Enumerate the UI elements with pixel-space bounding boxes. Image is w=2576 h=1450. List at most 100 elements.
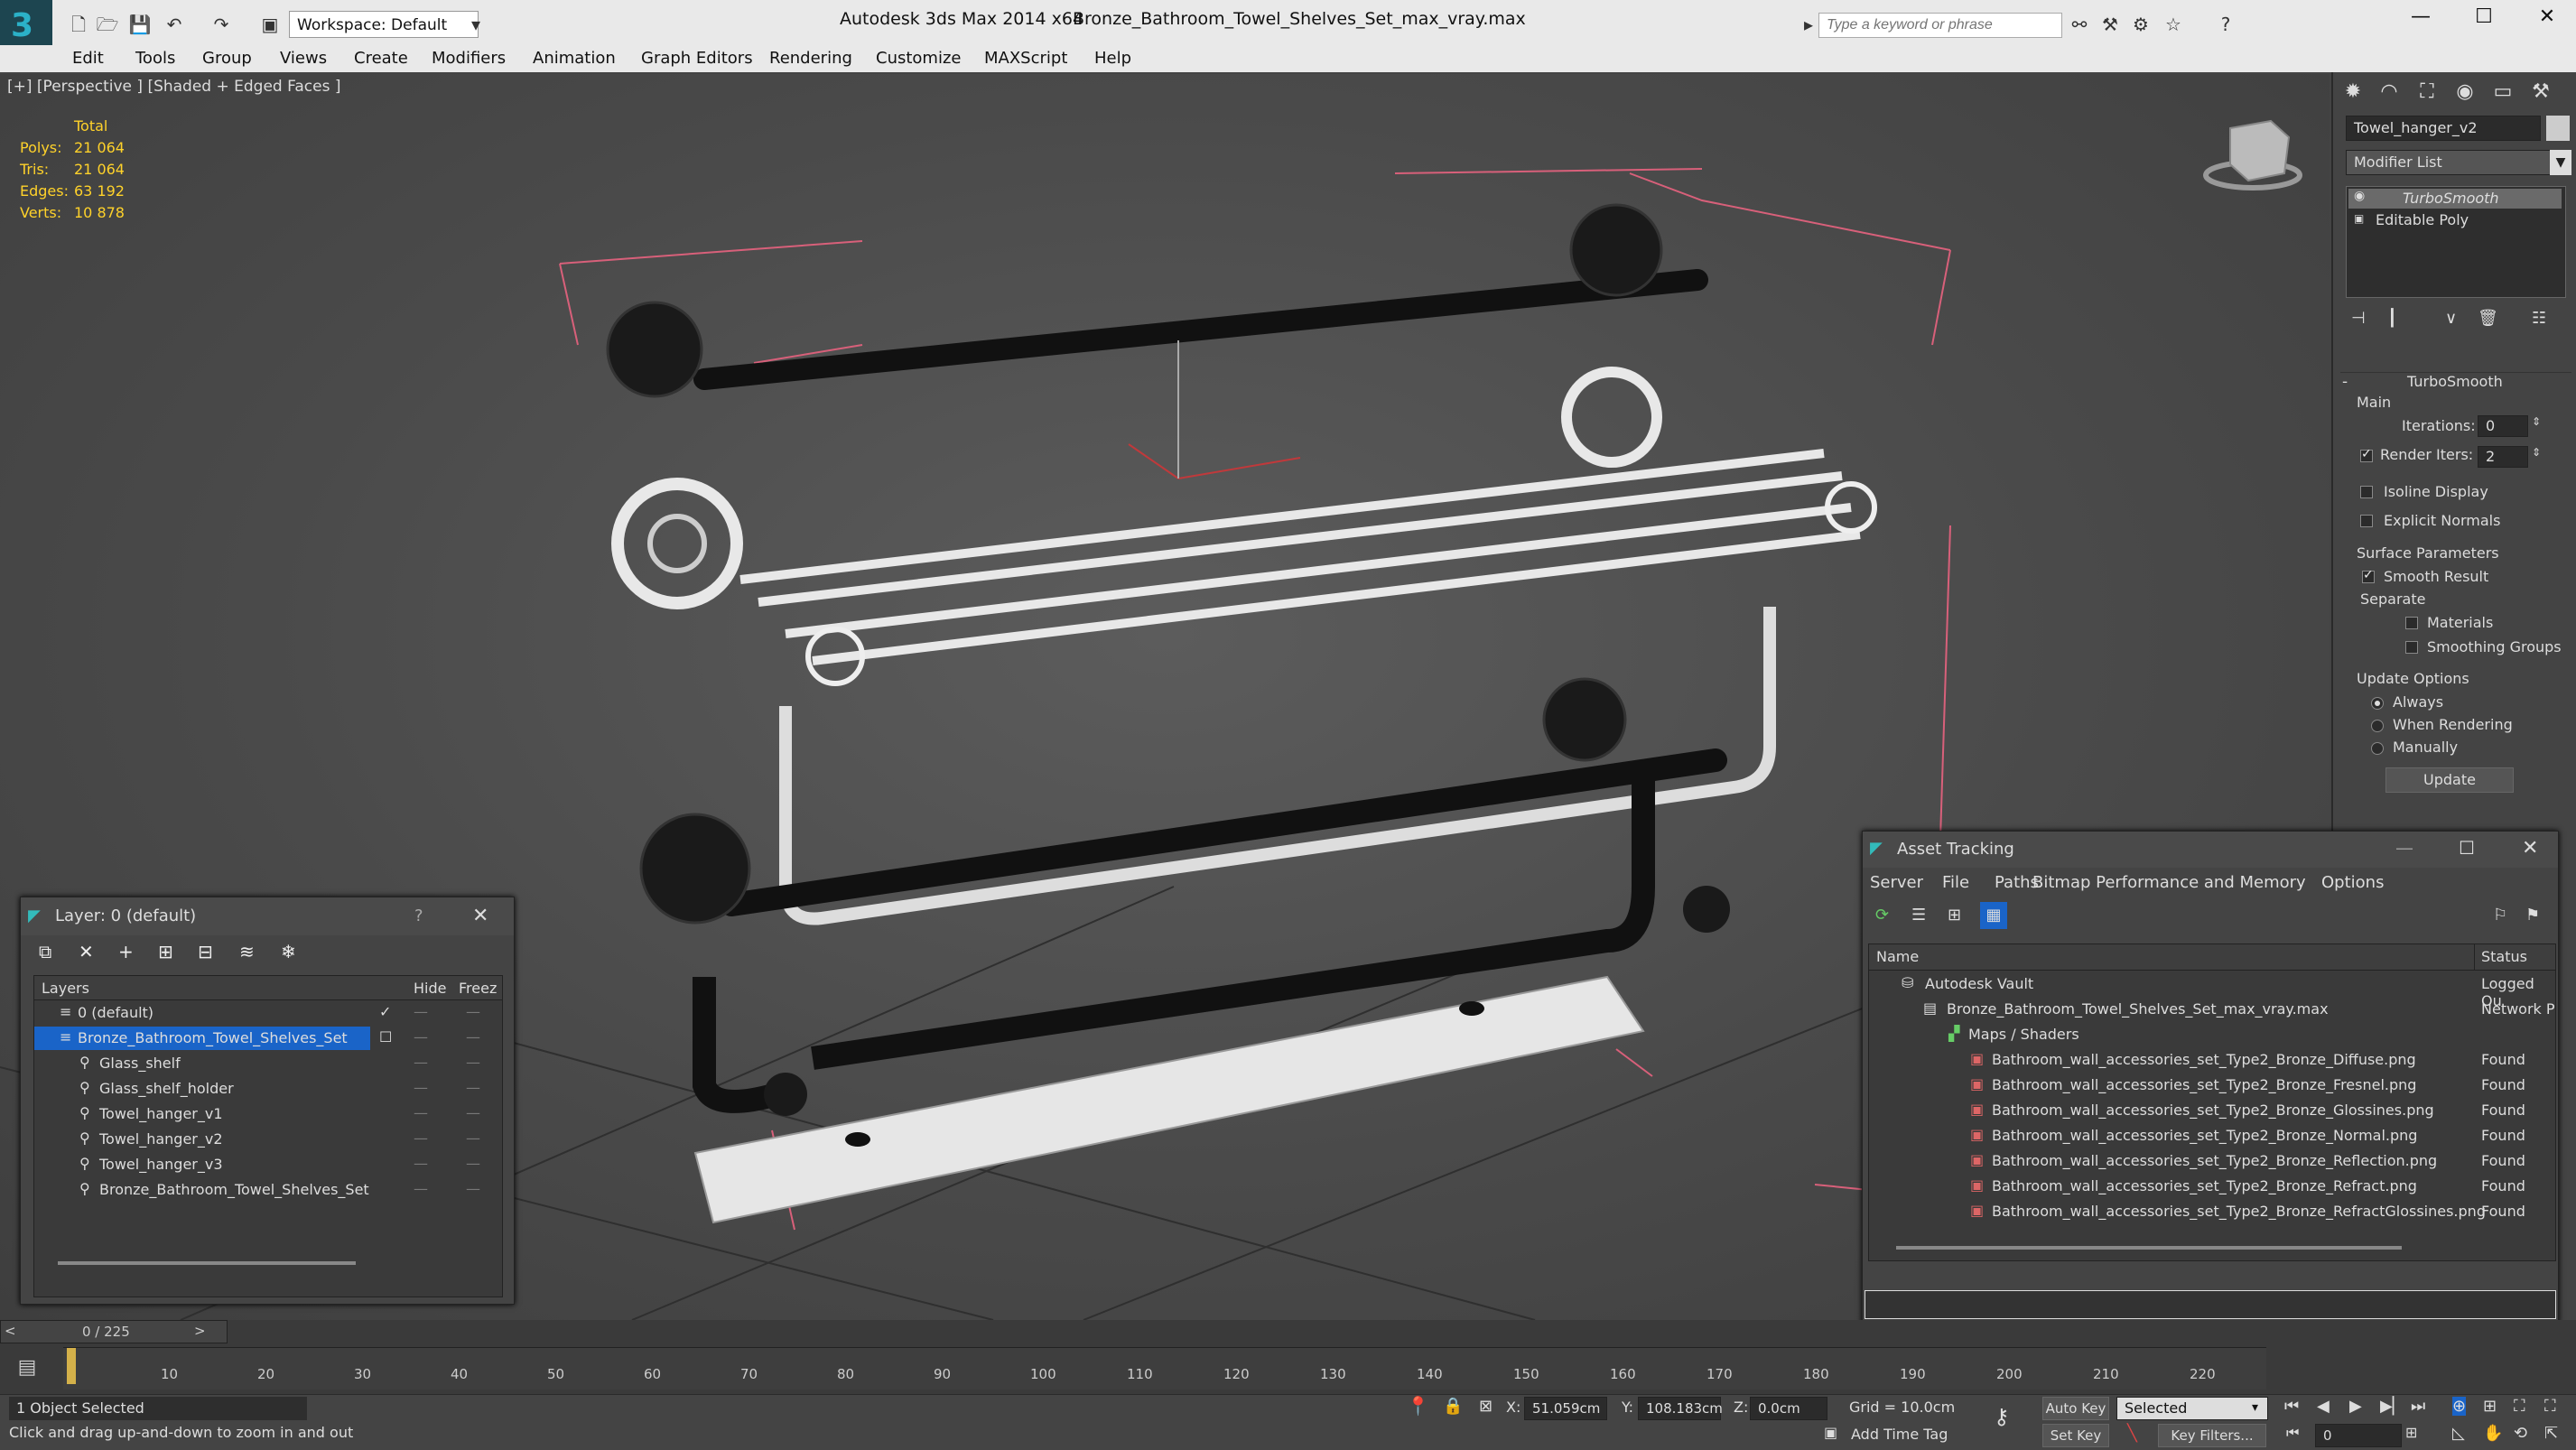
vault-help-icon[interactable]: ⚐ [2493, 906, 2507, 925]
spinner-arrows-icon[interactable]: ⇕ [2532, 446, 2541, 459]
z-coord-field[interactable]: 0.0cm [1750, 1397, 1827, 1420]
zoom-all-icon[interactable]: ⊞ [2483, 1397, 2497, 1416]
object-color-swatch[interactable] [2546, 116, 2570, 141]
make-unique-icon[interactable]: ∨ [2445, 309, 2457, 328]
set-key-button[interactable]: Set Key [2042, 1424, 2109, 1447]
menu-tools[interactable]: Tools [135, 49, 175, 68]
asset-row[interactable]: ▣ Bathroom_wall_accessories_set_Type2_Br… [1869, 1098, 2555, 1123]
layer-row-selected[interactable]: ≡ Bronze_Bathroom_Towel_Shelves_Set [34, 1027, 370, 1050]
table-view-icon[interactable]: ⊞ [1948, 906, 1961, 925]
list-view-icon[interactable]: ☰ [1911, 906, 1926, 925]
time-tag-icon[interactable]: ▣ [1824, 1424, 1837, 1441]
column-divider[interactable] [2474, 944, 2475, 970]
menu-create[interactable]: Create [354, 49, 408, 68]
isolate-selection-icon[interactable]: 📍 [1407, 1395, 1429, 1417]
maximize-icon[interactable]: ☐ [2459, 837, 2475, 859]
mini-curve-editor-icon[interactable]: ▤ [0, 1345, 54, 1390]
asset-menu-server[interactable]: Server [1870, 873, 1923, 892]
configure-sets-icon[interactable]: ☷ [2532, 309, 2546, 328]
layer-object-row[interactable]: ⚲ Glass_shelf_holder — — [34, 1077, 502, 1101]
object-name-field[interactable]: Towel_hanger_v2 [2346, 116, 2541, 141]
add-layer-icon[interactable]: + [118, 941, 134, 962]
col-name[interactable]: Name [1876, 948, 1919, 965]
freeze-toggle[interactable]: — [466, 1180, 480, 1197]
freeze-toggle[interactable]: — [466, 1104, 480, 1121]
freeze-toggle[interactable]: — [466, 1003, 480, 1020]
hide-all-layers-icon[interactable]: ≋ [239, 941, 255, 962]
communication-icon[interactable]: ⚙ [2129, 13, 2153, 36]
hide-toggle[interactable]: — [414, 1129, 428, 1147]
key-mode-toggle-icon[interactable]: ⏮ [2286, 1424, 2299, 1442]
key-mode-icon[interactable]: ╲ [2127, 1424, 2137, 1443]
layer-stack-icon[interactable]: ⧉ [39, 941, 51, 962]
isoline-display-checkbox[interactable] [2360, 486, 2373, 498]
grid-view-icon[interactable]: ▦ [1980, 902, 2007, 929]
render-iters-spinner[interactable]: 2 [2478, 446, 2528, 468]
spinner-arrows-icon[interactable]: ⇕ [2532, 415, 2541, 428]
modify-tab-icon[interactable]: ◠ [2373, 78, 2405, 107]
asset-row[interactable]: ▤ Bronze_Bathroom_Towel_Shelves_Set_max_… [1869, 997, 2555, 1022]
chevron-down-icon[interactable]: ▾ [464, 13, 488, 36]
horizontal-scrollbar[interactable] [1896, 1246, 2402, 1250]
hide-toggle[interactable]: — [414, 1104, 428, 1121]
asset-menu-bitmap[interactable]: Bitmap Performance and Memory [2032, 873, 2306, 892]
chevron-down-icon[interactable]: ▼ [2550, 150, 2571, 175]
menu-graph-editors[interactable]: Graph Editors [641, 49, 753, 68]
open-file-icon[interactable]: 🗁 [96, 13, 119, 36]
hide-toggle[interactable]: — [414, 1079, 428, 1096]
save-file-icon[interactable]: 💾 [128, 13, 152, 36]
minimize-icon[interactable]: — [2398, 5, 2443, 36]
menu-maxscript[interactable]: MAXScript [984, 49, 1067, 68]
col-status[interactable]: Status [2481, 948, 2527, 965]
stack-item-turbosmooth[interactable]: ◉ TurboSmooth [2348, 189, 2562, 209]
freeze-toggle[interactable]: — [466, 1054, 480, 1071]
asset-row[interactable]: ⛁ Autodesk Vault Logged Ou [1869, 971, 2555, 1009]
vault-settings-icon[interactable]: ⚑ [2525, 906, 2540, 925]
field-of-view-icon[interactable]: ◺ [2452, 1424, 2465, 1443]
stack-item-editable-poly[interactable]: ▣ Editable Poly [2348, 210, 2562, 230]
auto-key-button[interactable]: Auto Key [2042, 1397, 2109, 1420]
orbit-icon[interactable]: ⟲ [2514, 1424, 2527, 1443]
hide-toggle[interactable]: — [414, 1180, 428, 1197]
favorites-star-icon[interactable]: ☆ [2162, 13, 2185, 36]
zoom-extents-icon[interactable]: ⛶ [2514, 1397, 2525, 1416]
menu-animation[interactable]: Animation [533, 49, 616, 68]
zoom-extents-all-icon[interactable]: ⛶ [2544, 1397, 2556, 1416]
go-to-end-icon[interactable]: ⏭ [2411, 1397, 2425, 1416]
hide-toggle[interactable]: — [414, 1028, 428, 1046]
hide-toggle[interactable]: — [414, 1003, 428, 1020]
render-iters-checkbox[interactable] [2360, 447, 2373, 462]
remove-modifier-icon[interactable]: 🗑 [2478, 309, 2498, 328]
minimize-icon[interactable]: — [2395, 837, 2413, 859]
create-tab-icon[interactable]: ✹ [2337, 78, 2369, 107]
set-current-box-icon[interactable]: ☐ [379, 1028, 392, 1046]
hide-toggle[interactable]: — [414, 1155, 428, 1172]
smoothing-groups-checkbox[interactable] [2405, 641, 2418, 654]
track-bar[interactable]: 10 20 30 40 50 60 70 80 90 100 110 120 1… [63, 1347, 2266, 1390]
workspace-dropdown[interactable]: Workspace: Default [289, 11, 479, 38]
y-coord-field[interactable]: 108.183cm [1638, 1397, 1723, 1420]
search-input[interactable] [1818, 13, 2062, 38]
new-file-icon[interactable]: 🗋 [67, 13, 90, 36]
iterations-spinner[interactable]: 0 [2478, 415, 2528, 437]
close-icon[interactable]: ✕ [472, 905, 488, 927]
lightbulb-icon[interactable]: ◉ [2354, 189, 2365, 203]
menu-customize[interactable]: Customize [876, 49, 961, 68]
menu-edit[interactable]: Edit [72, 49, 104, 68]
menu-modifiers[interactable]: Modifiers [432, 49, 506, 68]
materials-checkbox[interactable] [2405, 617, 2418, 629]
menu-rendering[interactable]: Rendering [769, 49, 852, 68]
next-frame-icon[interactable]: > [194, 1323, 206, 1339]
current-layer-check-icon[interactable]: ✓ [379, 1003, 391, 1020]
refresh-icon[interactable]: ⟳ [1875, 906, 1889, 925]
play-icon[interactable]: ▶︎ [2349, 1397, 2362, 1416]
expand-search-icon[interactable]: ▸ [1797, 13, 1820, 36]
pan-icon[interactable]: ✋ [2483, 1424, 2503, 1443]
horizontal-scrollbar[interactable] [58, 1261, 356, 1265]
time-slider[interactable]: < 0 / 225 > [0, 1320, 228, 1343]
maximize-viewport-icon[interactable]: ⇱ [2544, 1424, 2558, 1443]
show-end-result-icon[interactable]: ┃ [2387, 309, 2397, 328]
pin-stack-icon[interactable]: ⊣ [2351, 309, 2366, 328]
chevron-down-icon[interactable]: ▾ [2252, 1400, 2258, 1415]
delete-layer-icon[interactable]: ✕ [79, 941, 94, 962]
